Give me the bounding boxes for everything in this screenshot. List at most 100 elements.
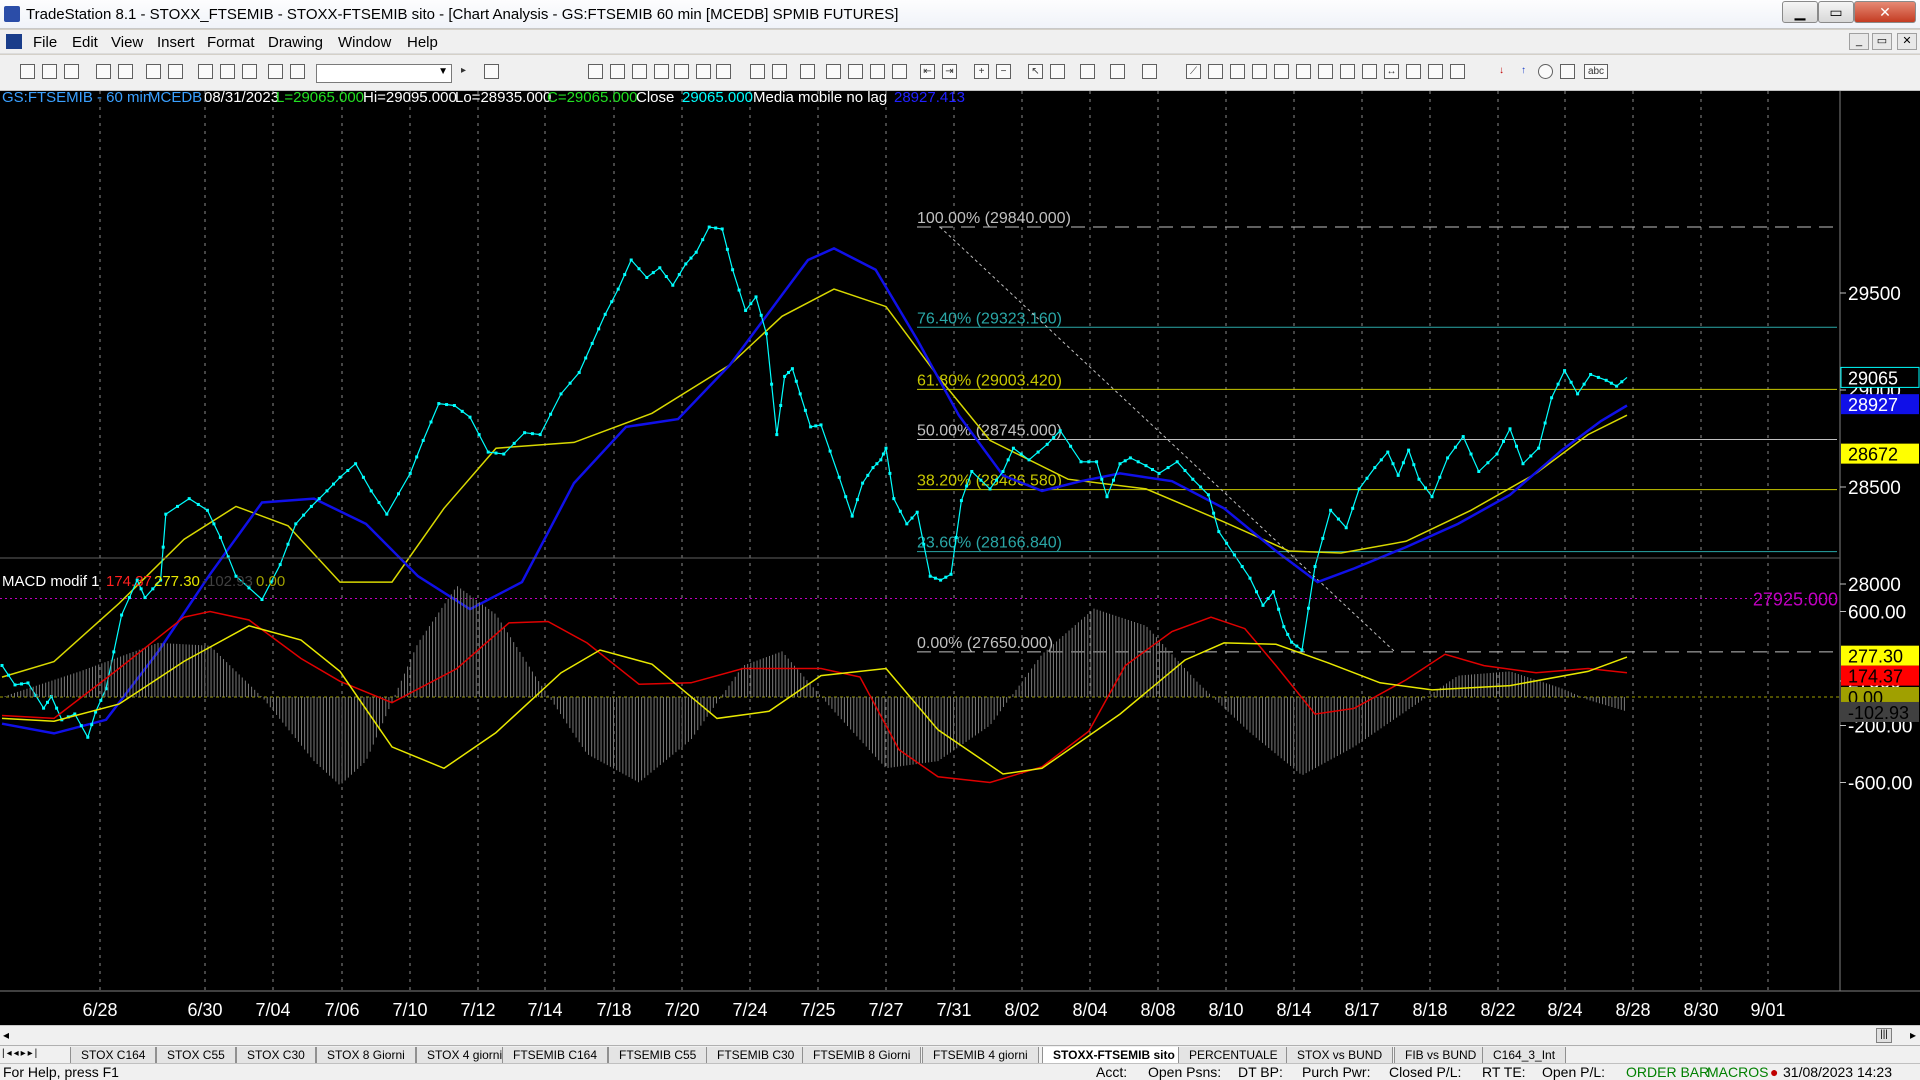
menu-view[interactable]: View: [111, 34, 143, 51]
fib-level-label: 50.00% (28745.000): [917, 422, 1062, 439]
tab-stoxx-ftsemib-sito[interactable]: STOXX-FTSEMIB sito: [1042, 1047, 1186, 1064]
chart-canvas[interactable]: 100.00% (29840.000)76.40% (29323.160)61.…: [0, 91, 1920, 1025]
order-icon[interactable]: [892, 64, 907, 79]
option-station-icon[interactable]: [800, 64, 815, 79]
scroll-right-arrow-icon[interactable]: ▸: [1910, 1028, 1916, 1042]
chart-area[interactable]: 100.00% (29840.000) 76.40% (29323.160) 61.…: [0, 89, 1920, 1025]
text-tool-icon[interactable]: abc: [1584, 64, 1608, 79]
channel-icon[interactable]: [1252, 64, 1267, 79]
fib-level-label: 38.20% (28486.580): [917, 473, 1062, 490]
tab-c164-3-int[interactable]: C164_3_Int: [1482, 1047, 1567, 1064]
mdi-minimize-button[interactable]: _: [1849, 33, 1869, 50]
pointer-icon[interactable]: ↖: [1028, 64, 1043, 79]
menu-file[interactable]: File: [33, 34, 57, 51]
portfolio-icon[interactable]: [826, 64, 841, 79]
status-order-bar[interactable]: ORDER BAR: [1626, 1064, 1709, 1080]
find-symbol-icon[interactable]: [484, 64, 499, 79]
price-bar-dot: [1095, 460, 1099, 464]
scroll-left-arrow-icon[interactable]: ◂: [3, 1028, 9, 1042]
workspace-icon[interactable]: [64, 64, 79, 79]
tab-stox-4-giorni[interactable]: STOX 4 giorni: [416, 1047, 514, 1064]
tab-stox-8-giorni[interactable]: STOX 8 Giorni: [316, 1047, 416, 1064]
copy-icon[interactable]: [220, 64, 235, 79]
trendline-icon[interactable]: ⟋: [1186, 64, 1201, 79]
fibonacci-icon[interactable]: [1296, 64, 1311, 79]
andrews-pitchfork-icon[interactable]: [1340, 64, 1355, 79]
tab-ftsemib-4-giorni[interactable]: FTSEMIB 4 giorni: [922, 1047, 1039, 1064]
close-button[interactable]: ✕: [1854, 1, 1916, 23]
horizontal-scrollbar[interactable]: ◂ ||| ▸: [0, 1025, 1920, 1045]
zoom-out-icon[interactable]: −: [996, 64, 1011, 79]
price-bar-dot: [1045, 442, 1049, 446]
save-all-icon[interactable]: [118, 64, 133, 79]
alert-icon[interactable]: [1110, 64, 1125, 79]
arrow-down-icon[interactable]: ↓: [1494, 64, 1509, 79]
ellipse-icon[interactable]: [1538, 64, 1553, 79]
minimize-button[interactable]: ▁: [1782, 1, 1818, 23]
matrix-icon[interactable]: [772, 64, 787, 79]
vertical-lines-icon[interactable]: [1208, 64, 1223, 79]
horizontal-lines-icon[interactable]: [1230, 64, 1245, 79]
chart-analysis-icon[interactable]: [716, 64, 731, 79]
tab-ftsemib-8-giorni[interactable]: FTSEMIB 8 Giorni: [802, 1047, 922, 1064]
rectangle-icon[interactable]: [1560, 64, 1575, 79]
save-icon[interactable]: [96, 64, 111, 79]
cycle-lines-icon[interactable]: [1406, 64, 1421, 79]
tab-stox-c55[interactable]: STOX C55: [156, 1047, 236, 1064]
menu-help[interactable]: Help: [407, 34, 438, 51]
pencil-icon[interactable]: [1450, 64, 1465, 79]
print-preview-icon[interactable]: [146, 64, 161, 79]
arrow-both-icon[interactable]: ↔: [1384, 64, 1399, 79]
tab-ftsemib-c164[interactable]: FTSEMIB C164: [502, 1047, 609, 1064]
tab-stox-c164[interactable]: STOX C164: [70, 1047, 157, 1064]
tools-icon[interactable]: [1080, 64, 1095, 79]
speed-lines-icon[interactable]: [1274, 64, 1289, 79]
scanner-icon[interactable]: [870, 64, 885, 79]
restore-button[interactable]: ▭: [1818, 1, 1854, 23]
status-macros[interactable]: MACROS: [1707, 1064, 1768, 1080]
menu-window[interactable]: Window: [338, 34, 391, 51]
chart-style-icon[interactable]: [588, 64, 603, 79]
scroll-thumb[interactable]: |||: [1876, 1028, 1892, 1043]
tab-percentuale[interactable]: PERCENTUALE: [1178, 1047, 1289, 1064]
paste-icon[interactable]: [242, 64, 257, 79]
radar-screen-icon[interactable]: [750, 64, 765, 79]
crosshair-icon[interactable]: [1050, 64, 1065, 79]
arrow-up-icon[interactable]: ↑: [1516, 64, 1531, 79]
mdi-restore-button[interactable]: ▭: [1872, 33, 1892, 50]
tab-ftsemib-c30[interactable]: FTSEMIB C30: [706, 1047, 806, 1064]
arc-icon[interactable]: [1428, 64, 1443, 79]
parallel-lines-icon[interactable]: [1362, 64, 1377, 79]
open-folder-icon[interactable]: [42, 64, 57, 79]
tab-stox-vs-bund[interactable]: STOX vs BUND: [1286, 1047, 1394, 1064]
chart-window-icon[interactable]: [6, 34, 22, 49]
window-title-bar: TradeStation 8.1 - STOXX_FTSEMIB - STOXX…: [0, 0, 1920, 29]
insert-indicator-icon[interactable]: [632, 64, 647, 79]
scroll-left-icon[interactable]: ⇤: [920, 64, 935, 79]
menu-insert[interactable]: Insert: [157, 34, 195, 51]
gann-fan-icon[interactable]: [1318, 64, 1333, 79]
insert-strategy-icon[interactable]: [654, 64, 669, 79]
data-window-icon[interactable]: [674, 64, 689, 79]
refresh-icon[interactable]: [696, 64, 711, 79]
cut-icon[interactable]: [198, 64, 213, 79]
new-document-icon[interactable]: [20, 64, 35, 79]
format-painter-icon[interactable]: [268, 64, 283, 79]
arrow-right-icon[interactable]: ▸: [456, 64, 471, 79]
menu-format[interactable]: Format: [207, 34, 255, 51]
menu-drawing[interactable]: Drawing: [268, 34, 323, 51]
color-palette-icon[interactable]: [290, 64, 305, 79]
tab-ftsemib-c55[interactable]: FTSEMIB C55: [608, 1047, 708, 1064]
bar-spacing-icon[interactable]: [610, 64, 625, 79]
grid-icon[interactable]: [848, 64, 863, 79]
zoom-in-icon[interactable]: +: [974, 64, 989, 79]
mdi-close-button[interactable]: ✕: [1897, 33, 1917, 50]
symbol-combo-box[interactable]: ▼: [316, 64, 452, 83]
tab-navigation-icon[interactable]: |◂◂▸▸|: [2, 1048, 39, 1059]
object-icon[interactable]: [1142, 64, 1157, 79]
scroll-right-icon[interactable]: ⇥: [942, 64, 957, 79]
menu-edit[interactable]: Edit: [72, 34, 98, 51]
tab-stox-c30[interactable]: STOX C30: [236, 1047, 316, 1064]
tab-fib-vs-bund[interactable]: FIB vs BUND: [1394, 1047, 1488, 1064]
print-icon[interactable]: [168, 64, 183, 79]
